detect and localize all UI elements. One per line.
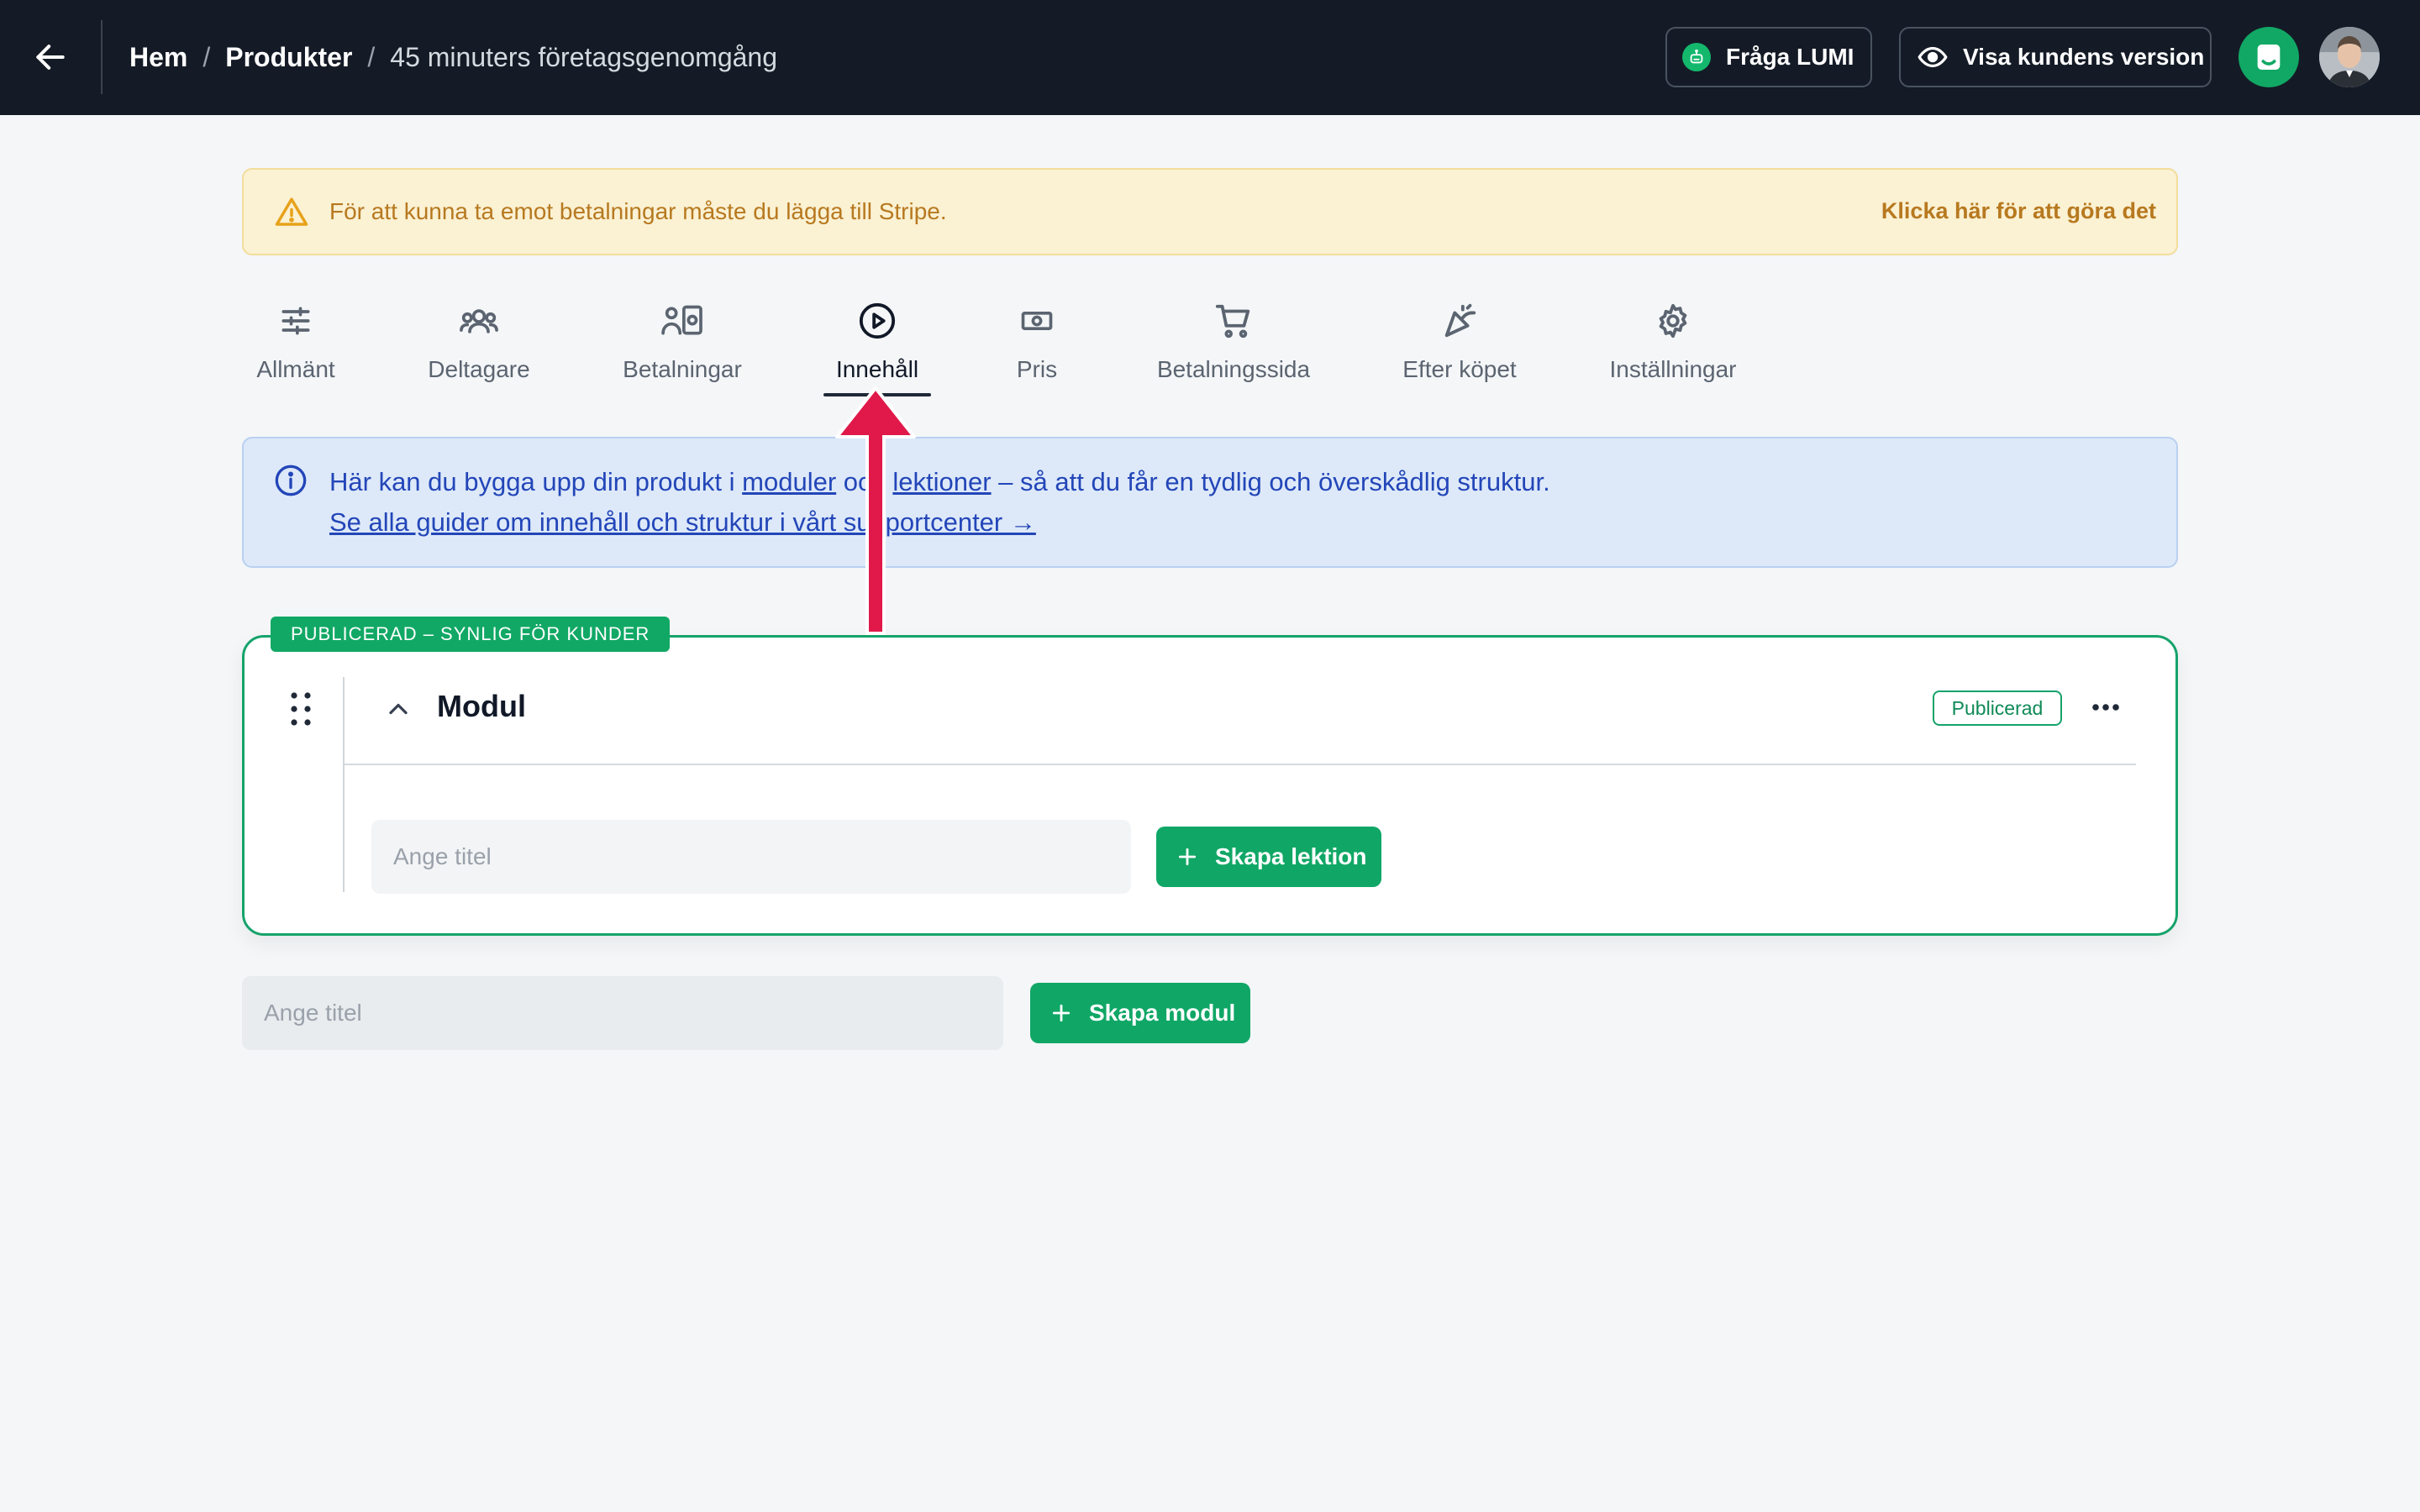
tab-settings[interactable]: Inställningar (1603, 299, 1743, 400)
create-lesson-label: Skapa lektion (1215, 843, 1367, 869)
user-avatar[interactable] (2319, 27, 2380, 87)
topbar-divider (101, 20, 103, 94)
payments-icon (660, 299, 704, 343)
published-visibility-tag: PUBLICERAD – SYNLIG FÖR KUNDER (271, 617, 671, 652)
cart-icon (1214, 299, 1253, 343)
tab-label: Betalningar (623, 356, 742, 382)
lumi-robot-icon (1682, 43, 1711, 71)
money-icon (1018, 299, 1055, 343)
inbox-app-button[interactable] (2238, 27, 2299, 87)
warning-message: För att kunna ta emot betalningar måste … (329, 198, 947, 224)
breadcrumb: Hem / Produkter / 45 minuters företagsge… (129, 37, 777, 77)
modules-link[interactable]: moduler (742, 467, 836, 496)
tab-label: Inställningar (1609, 356, 1737, 382)
tab-label: Pris (1016, 356, 1058, 382)
lesson-title-input[interactable] (371, 820, 1131, 894)
module-divider-vertical (343, 677, 345, 892)
chevron-up-icon[interactable] (383, 694, 413, 724)
tab-checkout-page[interactable]: Betalningssida (1151, 299, 1316, 400)
content-info-banner: Här kan du bygga upp din produkt i modul… (242, 437, 2178, 568)
tab-label: Deltagare (428, 356, 530, 382)
drag-handle-icon[interactable] (286, 690, 316, 727)
info-text: Här kan du bygga upp din produkt i modul… (329, 467, 1550, 497)
create-lesson-button[interactable]: Skapa lektion (1156, 827, 1381, 887)
users-icon (459, 299, 499, 343)
more-options-button[interactable] (2089, 694, 2123, 721)
info-icon (275, 465, 307, 496)
breadcrumb-separator: / (367, 41, 376, 72)
plus-icon (1176, 846, 1198, 868)
tab-label: Betalningssida (1156, 356, 1311, 382)
breadcrumb-current-page: 45 minuters företagsgenomgång (390, 41, 778, 72)
breadcrumb-products-link[interactable]: Produkter (225, 42, 352, 73)
tab-after-purchase[interactable]: Efter köpet (1398, 299, 1521, 400)
play-circle-icon (858, 299, 897, 343)
sliders-icon (277, 299, 314, 343)
tab-label: Allmänt (256, 356, 335, 382)
module-title[interactable]: Modul (437, 689, 526, 724)
tab-general[interactable]: Allmänt (249, 299, 343, 400)
module-title-input[interactable] (242, 976, 1003, 1050)
eye-icon (1918, 42, 1948, 72)
annotation-arrow-icon (835, 386, 916, 635)
breadcrumb-home-link[interactable]: Hem (129, 42, 187, 73)
create-module-label: Skapa modul (1089, 1000, 1236, 1026)
tab-payments[interactable]: Betalningar (618, 299, 746, 400)
info-text-prefix: Här kan du bygga upp din produkt i (329, 467, 743, 496)
ask-lumi-button[interactable]: Fråga LUMI (1665, 27, 1872, 87)
module-status-badge: Publicerad (1933, 690, 2062, 726)
view-customer-version-button[interactable]: Visa kundens version (1899, 27, 2212, 87)
top-bar: Hem / Produkter / 45 minuters företagsge… (0, 0, 2420, 115)
plus-icon (1050, 1002, 1072, 1024)
create-module-button[interactable]: Skapa modul (1030, 983, 1250, 1043)
inbox-icon (2257, 45, 2281, 70)
info-text-suffix: – så att du får en tydlig och överskådli… (991, 467, 1550, 496)
arrow-left-icon (36, 45, 65, 70)
module-divider-horizontal (345, 764, 2136, 765)
warning-triangle-icon (275, 197, 308, 226)
support-center-link[interactable]: Se alla guider om innehåll och struktur … (329, 507, 1036, 538)
stripe-warning-banner: För att kunna ta emot betalningar måste … (242, 168, 2178, 255)
tab-label: Innehåll (835, 356, 919, 382)
tab-price[interactable]: Pris (1005, 299, 1069, 400)
view-customer-version-label: Visa kundens version (1963, 44, 2205, 70)
more-horizontal-icon (2092, 704, 2119, 711)
party-icon (1440, 299, 1479, 343)
tab-label: Efter köpet (1402, 356, 1517, 382)
ask-lumi-label: Fråga LUMI (1726, 44, 1854, 70)
back-button[interactable] (25, 32, 76, 82)
gear-icon (1654, 299, 1692, 343)
tab-participants[interactable]: Deltagare (424, 299, 534, 400)
add-stripe-link[interactable]: Klicka här för att göra det (1881, 198, 2156, 224)
breadcrumb-separator: / (203, 41, 211, 72)
